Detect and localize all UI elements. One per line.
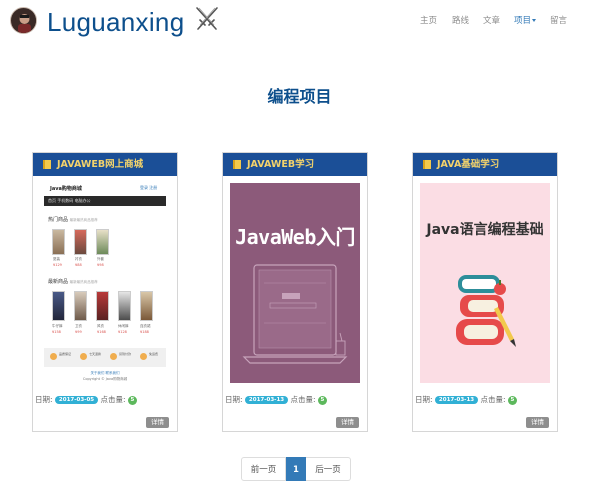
- shop-section-hot-title: 热门商品: [48, 217, 69, 223]
- crossed-swords-icon: [196, 7, 218, 30]
- book-icon: [423, 160, 431, 169]
- product-label: 夏装: [53, 257, 60, 261]
- card-title[interactable]: JAVA基础学习: [437, 158, 499, 171]
- next-page-button[interactable]: 后一页: [306, 457, 351, 481]
- card-thumbnail[interactable]: Java购物商城 登录 注册 首页 手机数码 电脑办公 热门商品 最新最热商品推…: [40, 183, 170, 383]
- book-icon: [43, 160, 51, 169]
- page-number-current[interactable]: 1: [286, 457, 306, 481]
- product-thumb: [74, 229, 87, 255]
- project-card-3: JAVA基础学习 Java语言编程基础 日期: 2017-03-13 点击量: …: [412, 152, 558, 432]
- product-label: 卫衣: [75, 324, 82, 328]
- product-price: ¥129: [53, 263, 62, 267]
- detail-button[interactable]: 详情: [146, 417, 169, 428]
- date-label: 日期:: [35, 395, 53, 404]
- product-thumb: [52, 291, 65, 321]
- card-header: JAVA基础学习: [413, 153, 557, 176]
- date-label: 日期:: [225, 395, 243, 404]
- card-header: JAVAWEB网上商城: [33, 153, 177, 176]
- feature-label: 货到付款: [119, 352, 132, 356]
- product-price: ¥128: [118, 330, 127, 334]
- product-price: ¥158: [52, 330, 61, 334]
- card-title[interactable]: JAVAWEB网上商城: [57, 158, 143, 171]
- product-price: ¥98: [97, 263, 104, 267]
- product-price: ¥168: [97, 330, 106, 334]
- card-thumbnail[interactable]: Java语言编程基础: [420, 183, 550, 383]
- product-price: ¥88: [75, 263, 82, 267]
- books-illustration: [456, 275, 516, 347]
- clicks-label: 点击量:: [290, 395, 316, 404]
- project-card-1: JAVAWEB网上商城 Java购物商城 登录 注册 首页 手机数码 电脑办公 …: [32, 152, 178, 432]
- clicks-badge: 5: [127, 396, 137, 405]
- book-icon: [233, 160, 241, 169]
- product-thumb: [118, 291, 131, 321]
- coin-icon: [110, 353, 117, 360]
- date-badge: 2017-03-05: [54, 396, 99, 404]
- nav-item-messages[interactable]: 留言: [550, 15, 567, 27]
- product-label: 衬衣: [75, 257, 82, 261]
- product-label: 牛仔裤: [52, 324, 63, 328]
- shop-footer-copyright: Copyright © Java购物商城: [82, 377, 128, 381]
- pagination: 前一页 1 后一页: [241, 457, 351, 481]
- clicks-label: 点击量:: [480, 395, 506, 404]
- shop-nav-text: 首页 手机数码 电脑办公: [48, 198, 91, 203]
- shop-features: 品质保证 七天退换 货到付款 免运费: [44, 348, 166, 367]
- project-card-2: JAVAWEB学习 JavaWeb入门 日期: 2017-03-13 点击量: …: [222, 152, 368, 432]
- nav-item-projects-label: 项目: [514, 16, 532, 26]
- nav-item-home[interactable]: 主页: [420, 15, 437, 27]
- product-thumb: [74, 291, 87, 321]
- card-thumbnail[interactable]: JavaWeb入门: [230, 183, 360, 383]
- product-price: ¥99: [75, 330, 82, 334]
- product-label: 外套: [97, 257, 104, 261]
- shop-section-hot-sub: 最新最热商品推荐: [69, 218, 98, 222]
- shop-screenshot: Java购物商城 登录 注册 首页 手机数码 电脑办公 热门商品 最新最热商品推…: [40, 183, 170, 383]
- clicks-label: 点击量:: [100, 395, 126, 404]
- feature-label: 七天退换: [89, 352, 102, 356]
- coin-icon: [140, 353, 147, 360]
- product-label: 休闲裤: [118, 324, 129, 328]
- page-title: 编程项目: [267, 87, 332, 106]
- site-brand[interactable]: Luguanxing: [47, 6, 184, 38]
- card-meta: 日期: 2017-03-05 点击量: 5: [35, 394, 137, 406]
- date-label: 日期:: [415, 395, 433, 404]
- card-title[interactable]: JAVAWEB学习: [247, 158, 314, 171]
- card-meta: 日期: 2017-03-13 点击量: 5: [415, 394, 517, 406]
- shop-section-hot: 热门商品 最新最热商品推荐: [48, 216, 98, 223]
- shop-section-new: 最新商品 最新最热商品推荐: [48, 278, 98, 285]
- coin-icon: [80, 353, 87, 360]
- card-meta: 日期: 2017-03-13 点击量: 5: [225, 394, 327, 406]
- shop-nav: 首页 手机数码 电脑办公: [44, 196, 166, 206]
- product-price: ¥188: [140, 330, 149, 334]
- product-label: 连衣裙: [140, 324, 151, 328]
- product-label: 风衣: [97, 324, 104, 328]
- product-thumb: [96, 291, 109, 321]
- coin-icon: [50, 353, 57, 360]
- prev-page-button[interactable]: 前一页: [241, 457, 286, 481]
- product-thumb: [140, 291, 153, 321]
- shop-footer-links: 关于我们 联系我们: [90, 371, 120, 375]
- product-thumb: [96, 229, 109, 255]
- detail-button[interactable]: 详情: [526, 417, 549, 428]
- clicks-badge: 5: [317, 396, 327, 405]
- nav-item-articles[interactable]: 文章: [483, 15, 500, 27]
- feature-label: 品质保证: [59, 352, 72, 356]
- shop-section-new-title: 最新商品: [48, 279, 69, 285]
- shop-section-new-sub: 最新最热商品推荐: [69, 280, 98, 284]
- site-header: Luguanxing 主页 路线 文章 项目 留言: [0, 0, 599, 46]
- shop-links: 登录 注册: [140, 185, 158, 190]
- caret-down-icon: [532, 19, 537, 22]
- card-header: JAVAWEB学习: [223, 153, 367, 176]
- detail-button[interactable]: 详情: [336, 417, 359, 428]
- feature-label: 免运费: [149, 352, 159, 356]
- product-thumb: [52, 229, 65, 255]
- clicks-badge: 5: [507, 396, 517, 405]
- date-badge: 2017-03-13: [434, 396, 479, 404]
- nav-item-route[interactable]: 路线: [452, 15, 469, 27]
- date-badge: 2017-03-13: [244, 396, 289, 404]
- nav-item-projects[interactable]: 项目: [514, 15, 537, 27]
- laptop-illustration: [242, 264, 348, 364]
- avatar[interactable]: [10, 7, 37, 34]
- shop-logo: Java购物商城: [50, 186, 82, 192]
